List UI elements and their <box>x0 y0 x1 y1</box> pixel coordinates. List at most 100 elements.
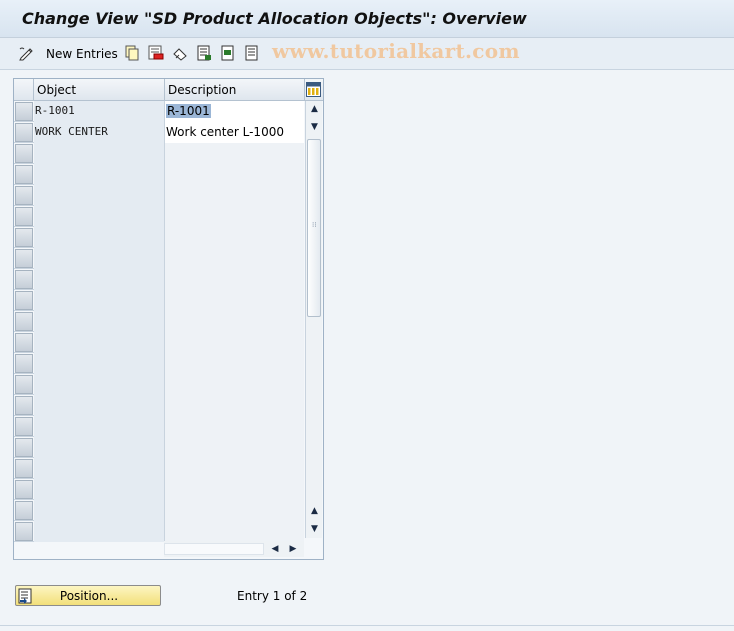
cell-object <box>34 458 165 479</box>
select-all-icon[interactable] <box>196 45 212 61</box>
horizontal-scroll-track[interactable] <box>164 543 264 555</box>
table-row[interactable] <box>14 500 304 521</box>
table-row[interactable] <box>14 437 304 458</box>
table-row[interactable] <box>14 227 304 248</box>
table-row[interactable] <box>14 185 304 206</box>
column-header-object[interactable]: Object <box>34 79 165 101</box>
cell-description <box>165 416 304 437</box>
row-selector[interactable] <box>15 186 33 205</box>
cell-description <box>165 290 304 311</box>
row-selector[interactable] <box>15 417 33 436</box>
table-row[interactable]: WORK CENTER Work center L-1000 <box>14 122 304 143</box>
cell-description <box>165 248 304 269</box>
cell-description <box>165 269 304 290</box>
cell-description <box>165 500 304 521</box>
table-row[interactable] <box>14 395 304 416</box>
cell-object <box>34 269 165 290</box>
cell-object <box>34 500 165 521</box>
cell-object <box>34 185 165 206</box>
cell-object <box>34 521 165 542</box>
row-selector[interactable] <box>15 270 33 289</box>
scroll-page-up-icon[interactable]: ▲ <box>307 503 322 519</box>
title-bar: Change View "SD Product Allocation Objec… <box>0 0 734 38</box>
row-selector[interactable] <box>15 102 33 121</box>
cell-description <box>165 227 304 248</box>
cell-object[interactable]: WORK CENTER <box>34 122 165 143</box>
selected-text[interactable]: R-1001 <box>166 104 211 118</box>
delete-icon[interactable] <box>148 45 164 61</box>
table-row[interactable] <box>14 521 304 542</box>
row-selector[interactable] <box>15 501 33 520</box>
table-settings-icon[interactable] <box>306 82 321 97</box>
row-selector[interactable] <box>15 123 33 142</box>
cell-object <box>34 374 165 395</box>
row-selector[interactable] <box>15 228 33 247</box>
table-row[interactable] <box>14 332 304 353</box>
row-selector[interactable] <box>15 207 33 226</box>
row-selector[interactable] <box>15 396 33 415</box>
row-selector[interactable] <box>15 459 33 478</box>
application-toolbar: New Entries www.tutorialkart.com <box>0 38 734 70</box>
cell-description <box>165 185 304 206</box>
cell-object <box>34 311 165 332</box>
scroll-left-icon[interactable]: ◀ <box>268 541 282 557</box>
table-row[interactable] <box>14 269 304 290</box>
cell-object <box>34 290 165 311</box>
row-selector[interactable] <box>15 144 33 163</box>
row-selector[interactable] <box>15 354 33 373</box>
cell-object[interactable]: R-1001 <box>34 101 165 122</box>
horizontal-scrollbar[interactable]: ◀ ▶ <box>164 541 304 557</box>
cell-description <box>165 143 304 164</box>
column-header-description[interactable]: Description <box>165 79 305 101</box>
entry-counter: Entry 1 of 2 <box>237 589 308 603</box>
new-entries-button[interactable]: New Entries <box>46 47 118 61</box>
cell-object <box>34 479 165 500</box>
table-row[interactable] <box>14 290 304 311</box>
row-selector[interactable] <box>15 312 33 331</box>
table-row[interactable] <box>14 416 304 437</box>
table-row[interactable]: R-1001 R-1001 <box>14 101 304 122</box>
row-selector[interactable] <box>15 333 33 352</box>
scroll-down-icon[interactable]: ▼ <box>307 119 322 135</box>
table-control: Object Description R-1001 R-1001 WORK CENT… <box>13 78 324 560</box>
cell-object <box>34 395 165 416</box>
scrollbar-thumb[interactable]: ⁞⁞ <box>307 139 321 317</box>
table-row[interactable] <box>14 374 304 395</box>
select-block-icon[interactable] <box>220 45 236 61</box>
row-selector[interactable] <box>15 165 33 184</box>
scroll-right-icon[interactable]: ▶ <box>286 541 300 557</box>
position-button[interactable]: Position... <box>15 585 161 606</box>
cell-description <box>165 521 304 542</box>
row-selector[interactable] <box>15 438 33 457</box>
scroll-up-icon[interactable]: ▲ <box>307 101 322 117</box>
table-row[interactable] <box>14 353 304 374</box>
edit-pencil-icon[interactable] <box>18 45 34 61</box>
undo-icon[interactable] <box>172 45 188 61</box>
cell-description[interactable]: Work center L-1000 <box>165 122 304 143</box>
table-row[interactable] <box>14 143 304 164</box>
position-button-label: Position... <box>59 589 119 603</box>
row-selector[interactable] <box>15 375 33 394</box>
cell-description[interactable]: R-1001 <box>165 101 304 122</box>
table-row[interactable] <box>14 479 304 500</box>
table-row[interactable] <box>14 311 304 332</box>
cell-object <box>34 164 165 185</box>
deselect-all-icon[interactable] <box>244 45 260 61</box>
cell-description <box>165 164 304 185</box>
vertical-scrollbar[interactable]: ▲ ▼ ⁞⁞ ▲ ▼ <box>305 101 322 538</box>
row-selector[interactable] <box>15 480 33 499</box>
grip-icon: ⁞⁞ <box>312 221 317 229</box>
table-row[interactable] <box>14 164 304 185</box>
watermark: www.tutorialkart.com <box>272 39 520 63</box>
row-selector[interactable] <box>15 522 33 541</box>
cell-object <box>34 206 165 227</box>
table-row[interactable] <box>14 458 304 479</box>
cell-description <box>165 206 304 227</box>
table-row[interactable] <box>14 248 304 269</box>
row-selector[interactable] <box>15 291 33 310</box>
table-row[interactable] <box>14 206 304 227</box>
copy-icon[interactable] <box>124 45 140 61</box>
row-selector[interactable] <box>15 249 33 268</box>
scroll-page-down-icon[interactable]: ▼ <box>307 521 322 537</box>
select-all-rows[interactable] <box>14 79 34 101</box>
